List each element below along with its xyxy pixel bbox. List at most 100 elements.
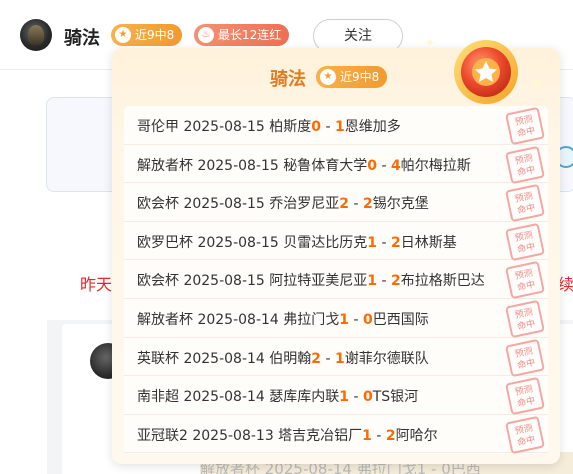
away-score: 0 xyxy=(362,312,373,328)
score-separator: - xyxy=(377,234,391,251)
star-icon: ★ xyxy=(320,69,336,85)
background-red-text-left: 昨天 xyxy=(80,275,113,294)
league: 亚冠联2 xyxy=(137,427,193,444)
home-team: 秘鲁体育大学 xyxy=(283,157,368,174)
score-separator: - xyxy=(377,157,391,174)
match-text: 亚冠联2 2025-08-13 塔吉克冶铝厂1 - 2阿哈尔 xyxy=(137,425,438,445)
away-score: 2 xyxy=(362,196,373,213)
date: 2025-08-13 xyxy=(192,427,279,444)
match-text: 解放者杯 2025-08-15 秘鲁体育大学0 - 4帕尔梅拉斯 xyxy=(137,155,471,175)
match-list: 哥伦甲 2025-08-15 柏斯度0 - 1恩维加多 预测 命中 解放者杯 2025… xyxy=(124,106,548,454)
hit-stamp: 预测 命中 xyxy=(505,338,545,377)
max-streak-badge[interactable]: ♨ 最长12连红 xyxy=(194,24,290,46)
home-team: 瑟库库内联 xyxy=(269,389,340,406)
away-score: 2 xyxy=(390,234,401,251)
away-team: TS银河 xyxy=(372,389,419,406)
streak-badge-label: 近9中8 xyxy=(135,28,175,42)
score-separator: - xyxy=(321,119,335,135)
away-score: 2 xyxy=(385,427,396,444)
league: 哥伦甲 xyxy=(137,119,184,135)
away-team: 谢菲尔德联队 xyxy=(344,350,429,367)
hit-stamp: 预测 命中 xyxy=(505,299,545,339)
match-text: 哥伦甲 2025-08-15 柏斯度0 - 1恩维加多 xyxy=(137,116,401,136)
match-row[interactable]: 解放者杯 2025-08-14 弗拉门戈1 - 0巴西国际 预测 命中 xyxy=(124,299,548,339)
hit-stamp: 预测 命中 xyxy=(505,184,545,223)
home-team: 弗拉门戈 xyxy=(283,312,340,328)
home-score: 1 xyxy=(367,273,378,290)
home-score: 1 xyxy=(339,312,350,328)
away-score: 2 xyxy=(390,273,401,290)
match-row[interactable]: 欧会杯 2025-08-15 阿拉特亚美尼亚1 - 2布拉格斯巴达 预测 命中 xyxy=(124,260,548,300)
match-row[interactable]: 亚冠联2 2025-08-13 塔吉克冶铝厂1 - 2阿哈尔 预测 命中 xyxy=(124,415,548,454)
hit-stamp: 预测 命中 xyxy=(505,261,545,300)
username[interactable]: 骑法 xyxy=(64,24,100,50)
score-separator: - xyxy=(371,427,386,444)
streak-badge[interactable]: ★ 近9中8 xyxy=(111,24,183,46)
score-separator: - xyxy=(349,196,363,213)
home-team: 贝雷达比历克 xyxy=(283,234,368,251)
date: 2025-08-15 xyxy=(183,196,270,213)
date: 2025-08-14 xyxy=(183,350,270,367)
match-text: 欧会杯 2025-08-15 阿拉特亚美尼亚1 - 2布拉格斯巴达 xyxy=(137,270,485,290)
league: 解放者杯 xyxy=(137,312,198,328)
home-score: 1 xyxy=(362,427,372,444)
match-row[interactable]: 欧罗巴杯 2025-08-15 贝雷达比历克1 - 2日林斯基 预测 命中 xyxy=(124,222,548,261)
match-text: 南非超 2025-08-14 瑟库库内联1 - 0TS银河 xyxy=(137,386,418,406)
popover-title: 骑法 xyxy=(270,69,306,90)
sparkle-icon: ✦ xyxy=(530,74,546,95)
league: 欧罗巴杯 xyxy=(137,234,198,251)
away-score: 0 xyxy=(362,389,373,406)
hit-stamp: 预测 命中 xyxy=(505,415,545,454)
match-row[interactable]: 哥伦甲 2025-08-15 柏斯度0 - 1恩维加多 预测 命中 xyxy=(124,106,548,146)
medal-icon xyxy=(454,40,518,104)
league: 欧会杯 xyxy=(137,196,184,213)
league: 欧会杯 xyxy=(137,273,184,290)
league: 英联杯 xyxy=(137,350,184,367)
match-row[interactable]: 欧会杯 2025-08-15 乔治罗尼亚2 - 2锡尔克堡 预测 命中 xyxy=(124,183,548,223)
date: 2025-08-15 xyxy=(183,273,270,290)
away-score: 1 xyxy=(334,119,345,135)
home-team: 柏斯度 xyxy=(269,119,312,135)
away-team: 锡尔克堡 xyxy=(372,196,429,213)
max-streak-badge-label: 最长12连红 xyxy=(218,28,282,42)
popover-streak-badge: ★ 近9中8 xyxy=(316,66,388,88)
away-team: 帕尔梅拉斯 xyxy=(400,157,471,174)
score-separator: - xyxy=(377,273,391,290)
home-team: 塔吉克冶铝厂 xyxy=(278,427,363,444)
score-separator: - xyxy=(321,350,335,367)
away-score: 1 xyxy=(334,350,345,367)
sparkle-icon: ✦ xyxy=(424,36,436,52)
hit-stamp: 预测 命中 xyxy=(505,145,545,184)
popover-streak-badge-label: 近9中8 xyxy=(340,70,380,84)
avatar[interactable] xyxy=(20,19,52,51)
home-score: 1 xyxy=(367,234,378,251)
home-score: 1 xyxy=(339,389,350,406)
match-text: 欧罗巴杯 2025-08-15 贝雷达比历克1 - 2日林斯基 xyxy=(137,232,457,252)
score-separator: - xyxy=(349,389,363,406)
away-team: 阿哈尔 xyxy=(395,427,438,444)
date: 2025-08-14 xyxy=(183,389,270,406)
match-row[interactable]: 解放者杯 2025-08-15 秘鲁体育大学0 - 4帕尔梅拉斯 预测 命中 xyxy=(124,145,548,184)
home-score: 2 xyxy=(339,196,350,213)
home-score: 0 xyxy=(367,157,378,174)
hit-stamp: 预测 命中 xyxy=(505,106,545,146)
match-row[interactable]: 南非超 2025-08-14 瑟库库内联1 - 0TS银河 预测 命中 xyxy=(124,376,548,416)
background-red-text-right: 续 xyxy=(558,275,573,294)
date: 2025-08-15 xyxy=(197,157,284,174)
date: 2025-08-15 xyxy=(183,119,270,135)
date: 2025-08-15 xyxy=(197,234,284,251)
away-team: 日林斯基 xyxy=(400,234,457,251)
league: 解放者杯 xyxy=(137,157,198,174)
match-text: 欧会杯 2025-08-15 乔治罗尼亚2 - 2锡尔克堡 xyxy=(137,193,429,213)
away-score: 4 xyxy=(390,157,401,174)
date: 2025-08-14 xyxy=(197,312,284,328)
flame-icon: ♨ xyxy=(198,27,214,43)
league: 南非超 xyxy=(137,389,184,406)
match-row[interactable]: 英联杯 2025-08-14 伯明翰2 - 1谢菲尔德联队 预测 命中 xyxy=(124,338,548,377)
hit-stamp: 预测 命中 xyxy=(505,222,545,261)
record-popover: ✦ ✦ 骑法 ★ 近9中8 哥伦甲 2025-08-15 柏斯度0 - 1恩维加… xyxy=(112,36,560,464)
match-text: 英联杯 2025-08-14 伯明翰2 - 1谢菲尔德联队 xyxy=(137,348,429,368)
score-separator: - xyxy=(349,312,363,328)
hit-stamp: 预测 命中 xyxy=(505,377,545,416)
away-team: 巴西国际 xyxy=(372,312,429,328)
